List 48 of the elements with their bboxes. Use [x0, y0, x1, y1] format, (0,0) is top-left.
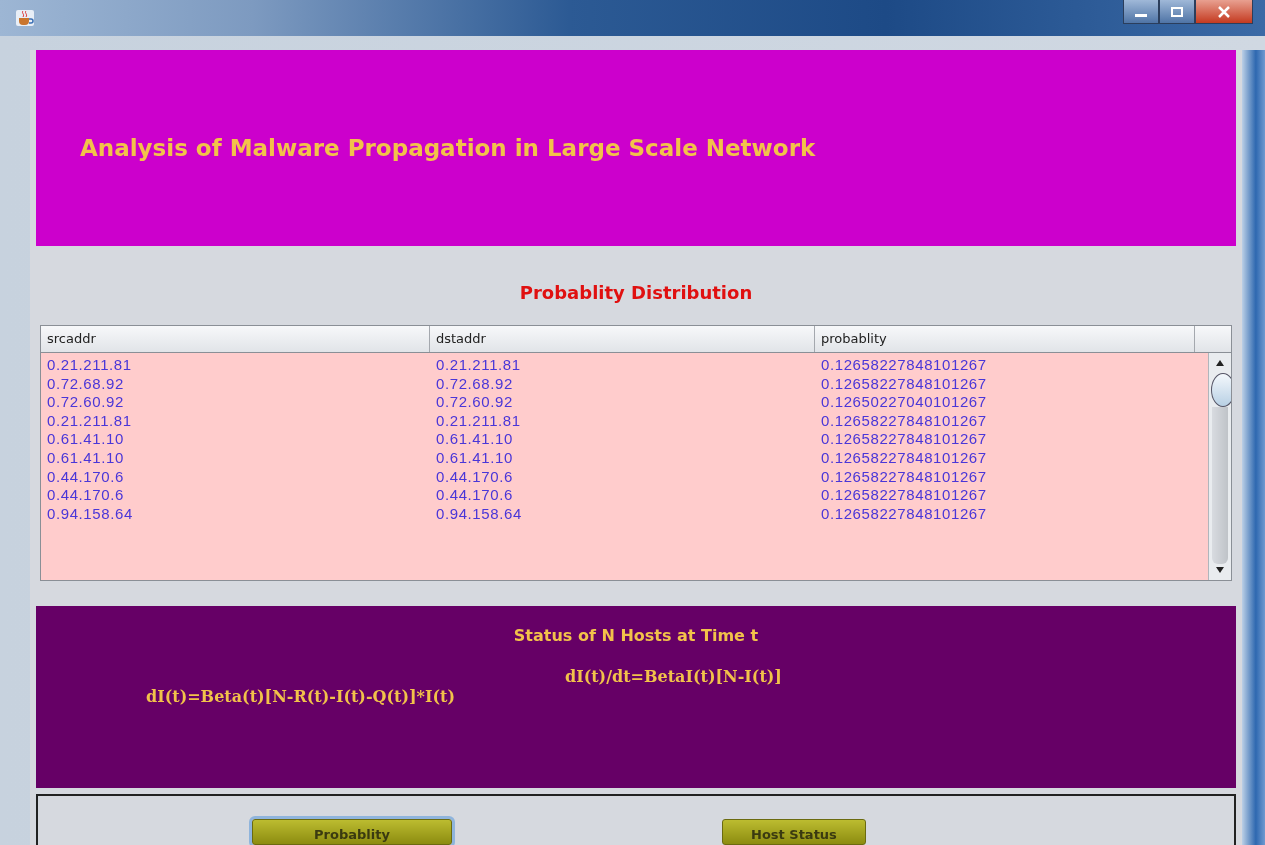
table-cell-text: 0.61.41.10 — [46, 430, 125, 449]
column-header[interactable]: probablity — [815, 326, 1195, 352]
table-cell-text: 0.44.170.6 — [46, 486, 125, 505]
table-cell-text: 0.44.170.6 — [435, 467, 514, 487]
table-cell-text: 0.72.60.92 — [46, 393, 125, 412]
app-title: Analysis of Malware Propagation in Large Scale Network — [80, 135, 816, 161]
close-icon — [1217, 5, 1231, 18]
scroll-thumb[interactable] — [1211, 373, 1231, 407]
scrollbar[interactable] — [1208, 353, 1231, 580]
table-cell-text: 0.72.60.92 — [435, 393, 514, 412]
action-button[interactable]: Host Status — [722, 819, 866, 845]
maximize-icon — [1170, 6, 1184, 17]
cup-icon — [16, 10, 34, 26]
table-cell-text: 0.21.211.81 — [46, 411, 133, 431]
minimize-button[interactable] — [1123, 0, 1159, 24]
table-cell-text: 0.61.41.10 — [435, 430, 514, 449]
table-cell-text: 0.12658227848101267 — [820, 411, 988, 431]
table-cell-text: 0.21.211.81 — [435, 356, 522, 375]
table-cell-text: 0.21.211.81 — [435, 411, 522, 431]
table-cell-text: 0.94.158.64 — [435, 504, 523, 524]
table-cell-text: 0.61.41.10 — [46, 448, 125, 468]
maximize-button[interactable] — [1159, 0, 1195, 24]
table-cell-text: 0.12658227848101267 — [820, 504, 988, 524]
close-button[interactable] — [1195, 0, 1253, 24]
table-cell-text: 0.44.170.6 — [435, 486, 514, 505]
action-button[interactable]: Probablity — [252, 819, 452, 845]
table-cell-text: 0.61.41.10 — [435, 448, 514, 468]
table-cell-text: 0.21.211.81 — [46, 356, 133, 375]
up-arrow-icon[interactable] — [1215, 359, 1225, 367]
table-cell-text: 0.12658227848101267 — [820, 467, 988, 487]
table-cell-text: 0.12658227848101267 — [820, 356, 988, 375]
table-cell-text: 0.94.158.64 — [46, 504, 134, 524]
table-cell-text: 0.72.68.92 — [435, 374, 514, 394]
panel-title: Status of N Hosts at Time t — [512, 626, 760, 645]
table-cell-text: 0.12658227848101267 — [820, 374, 988, 394]
column-header[interactable]: dstaddr — [430, 326, 815, 352]
table-cell-text: 0.12658227848101267 — [820, 430, 988, 449]
table-cell-text: 0.12658227848101267 — [820, 448, 988, 468]
column-header[interactable]: srcaddr — [41, 326, 430, 352]
table-cell-text: 0.12650227040101267 — [820, 393, 988, 412]
table-cell-text: 0.72.68.92 — [46, 374, 125, 394]
formula-text: dI(t)=Beta(t)[N-R(t)-I(t)-Q(t)]*I(t) — [146, 687, 455, 706]
down-arrow-icon[interactable] — [1215, 566, 1225, 574]
table-cell-text: 0.44.170.6 — [46, 467, 125, 487]
minimize-icon — [1135, 13, 1147, 17]
section-title: Probablity Distribution — [518, 282, 754, 303]
formula-text: dI(t)/dt=BetaI(t)[N-I(t)] — [565, 667, 782, 688]
table-cell-text: 0.12658227848101267 — [820, 486, 988, 505]
